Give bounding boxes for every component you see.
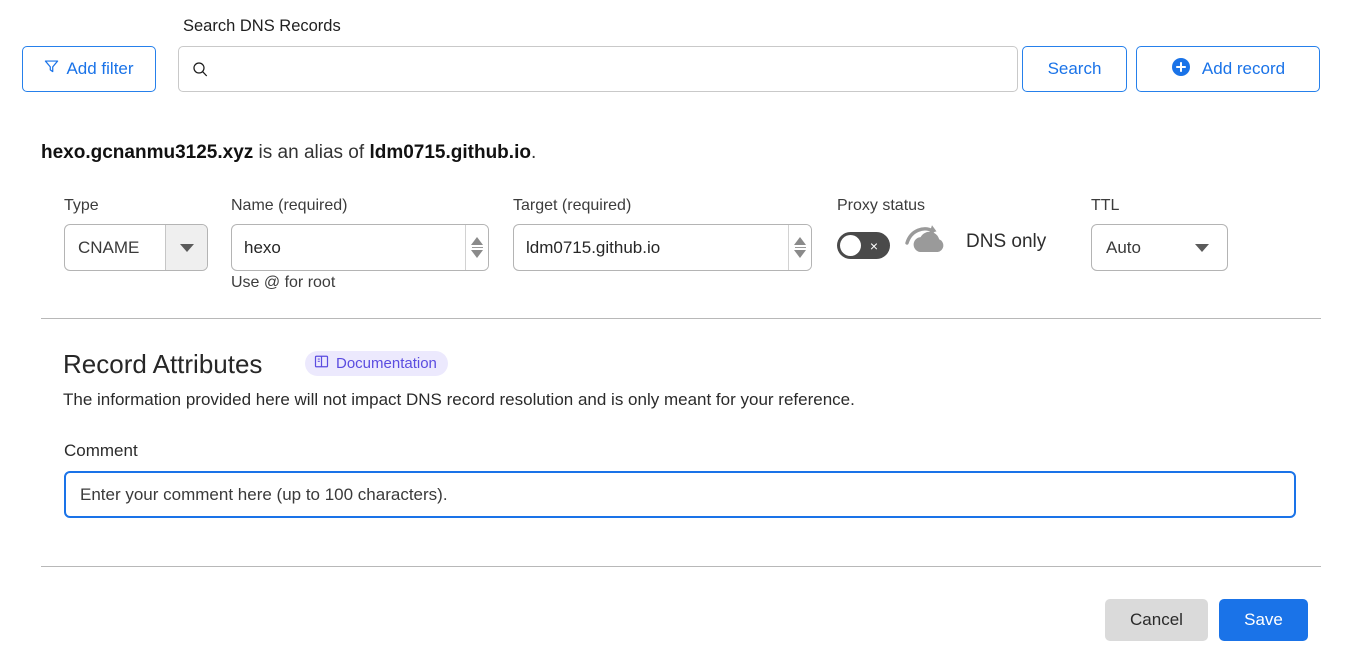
search-field-label: Search DNS Records [183,17,341,35]
stepper-divider [471,247,483,248]
type-field-label: Type [64,197,99,214]
search-button-label: Search [1047,59,1102,78]
ttl-select-value: Auto [1106,237,1141,257]
save-button[interactable]: Save [1219,599,1308,641]
proxy-status-toggle[interactable]: × [837,232,890,259]
record-summary-period: . [530,142,537,163]
stepper-up-icon[interactable] [794,237,806,245]
ttl-select[interactable]: Auto [1091,224,1228,271]
ttl-select-toggle[interactable] [1195,243,1227,252]
record-summary-name: hexo.gcnanmu3125.xyz [41,142,254,163]
name-field-hint: Use @ for root [231,274,336,291]
add-record-button[interactable]: Add record [1136,46,1320,92]
add-filter-label: Add filter [66,59,134,78]
save-label: Save [1244,610,1283,629]
documentation-link[interactable]: Documentation [305,351,448,376]
plus-circle-icon [1171,57,1191,82]
target-field-label: Target (required) [513,197,632,214]
add-record-label: Add record [1201,59,1286,78]
target-input[interactable] [514,225,788,270]
stepper-divider [794,247,806,248]
toggle-knob [840,235,861,256]
section-divider-top [41,318,1321,319]
type-select-value: CNAME [78,237,140,257]
documentation-label: Documentation [336,355,437,372]
record-attributes-title: Record Attributes [63,349,263,379]
name-input-wrapper[interactable] [231,224,489,271]
filter-icon [44,59,59,79]
name-stepper[interactable] [465,225,488,270]
record-summary-heading: hexo.gcnanmu3125.xyz is an alias of ldm0… [41,140,536,166]
target-stepper[interactable] [788,225,811,270]
record-attributes-description: The information provided here will not i… [63,390,855,409]
toggle-off-icon: × [869,237,879,254]
record-summary-target: ldm0715.github.io [369,142,531,163]
proxy-status-value: DNS only [966,231,1047,252]
type-select-toggle[interactable] [165,225,207,270]
name-input[interactable] [232,225,465,270]
search-input-wrapper[interactable] [178,46,1018,92]
record-summary-connector: is an alias of [253,142,370,163]
comment-input[interactable] [64,471,1296,518]
cloud-icon [902,222,952,267]
search-button[interactable]: Search [1022,46,1127,92]
search-input[interactable] [221,47,1017,91]
type-select[interactable]: CNAME [64,224,208,271]
cancel-button[interactable]: Cancel [1105,599,1208,641]
stepper-down-icon[interactable] [794,250,806,258]
book-icon [314,354,329,373]
add-filter-button[interactable]: Add filter [22,46,156,92]
stepper-up-icon[interactable] [471,237,483,245]
comment-field-label: Comment [64,441,138,460]
name-field-label: Name (required) [231,197,348,214]
ttl-field-label: TTL [1091,197,1120,214]
stepper-down-icon[interactable] [471,250,483,258]
chevron-down-icon [1195,243,1209,252]
chevron-down-icon [179,243,194,252]
dns-records-toolbar: Search DNS Records Add filter Search Add… [0,0,1356,110]
section-divider-bottom [41,566,1321,567]
target-input-wrapper[interactable] [513,224,812,271]
proxy-status-label: Proxy status [837,197,926,214]
search-icon [179,61,221,78]
cancel-label: Cancel [1130,610,1183,629]
